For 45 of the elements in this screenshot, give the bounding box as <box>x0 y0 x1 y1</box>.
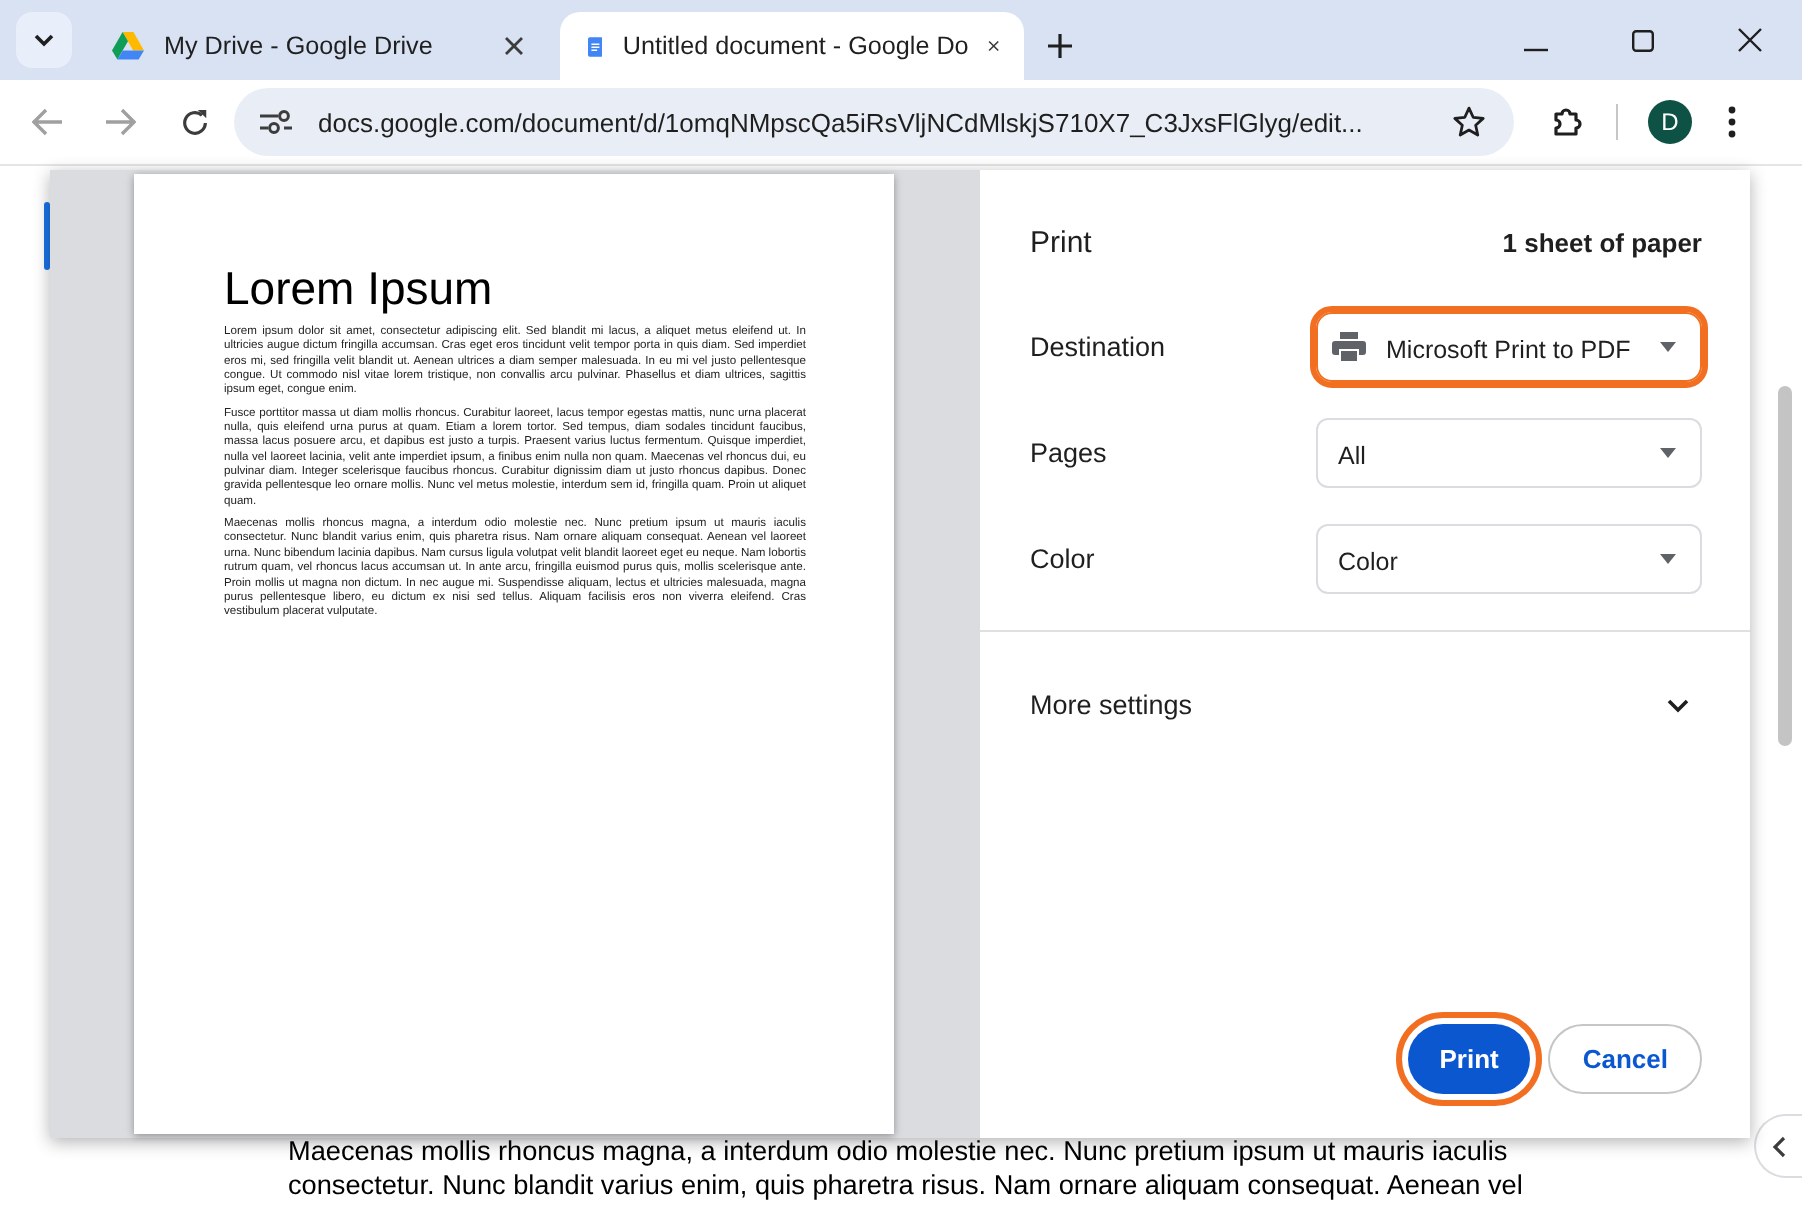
drive-icon <box>112 32 144 60</box>
profile-avatar[interactable]: D <box>1648 100 1692 144</box>
setting-label: Pages <box>1030 438 1107 468</box>
printer-icon <box>1332 332 1366 362</box>
caret-icon <box>1660 554 1676 564</box>
caret-icon <box>1660 342 1676 352</box>
close-icon[interactable] <box>504 36 524 56</box>
browser-tab[interactable]: My Drive - Google Drive <box>84 12 548 80</box>
preview-heading: Lorem Ipsum <box>224 262 495 316</box>
chevron-left-icon <box>1772 1135 1786 1157</box>
sheet-count: 1 sheet of paper <box>1502 228 1702 258</box>
document-text-line: Maecenas mollis rhoncus magna, a interdum odio molestie nec. Nunc pretium ipsum ut mauris iaculis <box>288 1134 1510 1168</box>
chevron-down-icon <box>32 32 56 48</box>
document-text-line: consectetur. Nunc blandit varius enim, quis pharetra risus. Nam ornare aliquam consequat. Aenean vel <box>288 1168 1525 1202</box>
dropdown-field[interactable]: Color <box>1316 524 1702 594</box>
address-bar[interactable]: docs.google.com/document/d/1omqNMpscQa5iRsVljNCdMlskjS710X7_C3JxsFlGlyg/edit... <box>234 88 1514 156</box>
caret-icon <box>1660 448 1676 458</box>
scrollbar-thumb[interactable] <box>1778 386 1792 746</box>
close-icon[interactable] <box>1738 28 1762 52</box>
more-settings-toggle[interactable]: More settings <box>980 690 1750 720</box>
cancel-button[interactable]: Cancel <box>1548 1024 1702 1094</box>
tab-search-button[interactable] <box>16 12 72 68</box>
puzzle-piece-icon[interactable] <box>1550 104 1586 140</box>
print-button[interactable]: Print <box>1407 1024 1531 1094</box>
forward-arrow-icon[interactable] <box>104 108 136 136</box>
maximize-icon[interactable] <box>1632 30 1654 52</box>
setting-label: Destination <box>1030 332 1166 362</box>
url-text: docs.google.com/document/d/1omqNMpscQa5iRsVljNCdMlskjS710X7_C3JxsFlGlyg/edit... <box>318 107 1365 137</box>
back-arrow-icon[interactable] <box>32 108 64 136</box>
side-panel-toggle[interactable] <box>1754 1114 1802 1178</box>
menu-icon[interactable] <box>1728 106 1736 138</box>
dropdown-field[interactable]: All <box>1316 418 1702 488</box>
tab-title: My Drive - Google Drive <box>164 32 435 60</box>
site-settings-icon[interactable] <box>258 108 294 136</box>
chevron-down-icon <box>1666 697 1690 713</box>
browser-tab[interactable]: Untitled document - Google Do <box>560 12 1024 80</box>
minimize-icon[interactable] <box>1524 48 1548 52</box>
close-icon[interactable] <box>988 36 1000 56</box>
new-tab-icon[interactable] <box>1048 34 1072 58</box>
reload-icon[interactable] <box>180 107 210 137</box>
dropdown-field[interactable]: Microsoft Print to PDF <box>1316 312 1702 382</box>
setting-label: Color <box>1030 544 1095 574</box>
tab-title: Untitled document - Google Do <box>622 32 969 60</box>
bookmark-star-icon[interactable] <box>1452 106 1486 138</box>
dialog-title: Print <box>1030 226 1092 260</box>
